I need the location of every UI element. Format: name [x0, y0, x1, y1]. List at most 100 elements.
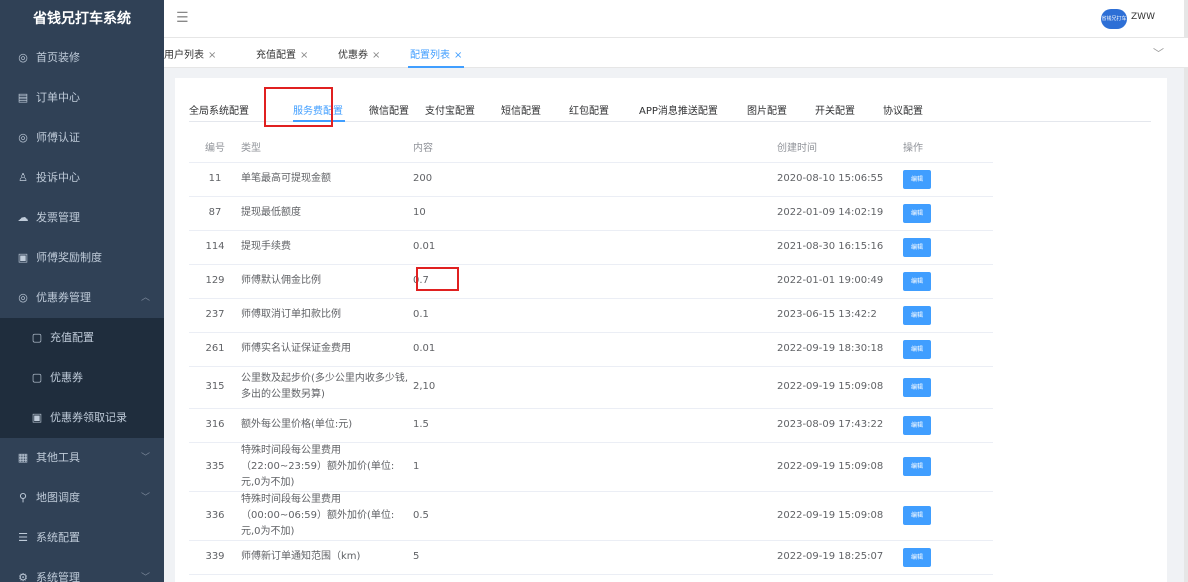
sidebar-item-invoices[interactable]: ☁ 发票管理 [0, 198, 164, 238]
card-icon: ▢ [31, 331, 43, 344]
cell-content: 1 [413, 442, 777, 492]
chevron-up-icon: ︿ [140, 293, 150, 303]
sidebar-item-system-config[interactable]: ☰ 系统配置 [0, 518, 164, 558]
sidebar-item-orders[interactable]: ▤ 订单中心 [0, 78, 164, 118]
sidebar-item-coupon-management[interactable]: ◎ 优惠券管理 ︿ [0, 278, 164, 318]
sidebar-item-coupons[interactable]: ▢ 优惠券 [0, 358, 164, 398]
sidebar: 省钱兄打车系统 ◎ 首页装修 ▤ 订单中心 ◎ 师傅认证 ♙ 投诉中心 ☁ 发票管理 ▣ 师… [0, 0, 164, 582]
cell-content: 0.5 [413, 491, 777, 541]
subtab-global[interactable]: 全局系统配置 [189, 102, 249, 117]
sidebar-item-label: 系统管理 [36, 571, 80, 582]
cell-id: 261 [189, 332, 241, 367]
close-icon[interactable]: × [208, 50, 216, 61]
sidebar-item-label: 师傅认证 [36, 131, 80, 144]
cell-action: 编辑 [903, 264, 993, 299]
sidebar-item-coupon-claims[interactable]: ▣ 优惠券领取记录 [0, 398, 164, 438]
edit-button[interactable]: 编辑 [903, 457, 931, 476]
active-tag-indicator [408, 66, 464, 68]
tag-user-list[interactable]: 用户列表 × [164, 46, 216, 61]
username[interactable]: ZWW [1131, 12, 1155, 22]
cell-type: 师傅默认佣金比例 [241, 264, 413, 299]
cell-type: 公里数及起步价(多少公里内收多少钱,多出的公里数另算) [241, 366, 413, 409]
cell-type: 师傅取消订单扣款比例 [241, 298, 413, 333]
cell-created: 2022-09-19 15:09:08 [777, 491, 903, 541]
table-row: 87 提现最低额度 10 2022-01-09 14:02:19 编辑 [189, 196, 993, 231]
edit-button[interactable]: 编辑 [903, 271, 931, 291]
edit-button[interactable]: 编辑 [903, 305, 931, 325]
cube-icon: ◎ [18, 131, 28, 144]
table-row: 336 特殊时间段每公里费用（00:00~06:59）额外加价(单位:元,0为不… [189, 491, 993, 541]
cell-created: 2022-09-19 15:09:08 [777, 366, 903, 409]
gear-icon: ⚙ [18, 571, 28, 582]
chevron-down-icon[interactable]: ﹀ [1153, 45, 1164, 61]
col-header-created: 创建时间 [777, 132, 903, 163]
edit-button[interactable]: 编辑 [903, 506, 931, 525]
coupon-submenu: ▢ 充值配置 ▢ 优惠券 ▣ 优惠券领取记录 [0, 318, 164, 438]
config-card: 全局系统配置 服务费配置 微信配置 支付宝配置 短信配置 红包配置 APP消息推… [175, 78, 1167, 582]
card-icon: ▣ [31, 411, 43, 424]
cell-action: 编辑 [903, 491, 993, 541]
tag-recharge-config[interactable]: 充值配置 × [256, 46, 308, 61]
edit-button[interactable]: 编辑 [903, 547, 931, 567]
sidebar-item-other-tools[interactable]: ▦ 其他工具 ﹀ [0, 438, 164, 478]
subtab-agreements[interactable]: 协议配置 [883, 102, 923, 117]
cell-content: 5 [413, 540, 777, 575]
close-icon[interactable]: × [372, 50, 380, 61]
col-header-action: 操作 [903, 132, 993, 163]
cell-action: 编辑 [903, 408, 993, 443]
sidebar-item-label: 订单中心 [36, 91, 80, 104]
sidebar-item-label: 优惠券管理 [36, 291, 91, 304]
sidebar-item-label: 优惠券 [50, 371, 83, 384]
subtab-switches[interactable]: 开关配置 [815, 102, 855, 117]
sidebar-item-driver-certification[interactable]: ◎ 师傅认证 [0, 118, 164, 158]
cell-id: 11 [189, 162, 241, 197]
table-row: 114 提现手续费 0.01 2021-08-30 16:15:16 编辑 [189, 230, 993, 265]
highlight-box-cell [416, 267, 459, 291]
cell-created: 2022-01-01 19:00:49 [777, 264, 903, 299]
hamburger-icon[interactable]: ☰ [176, 10, 189, 26]
cell-type: 特殊时间段每公里费用（00:00~06:59）额外加价(单位:元,0为不加) [241, 491, 413, 541]
tag-label: 充值配置 [256, 50, 296, 61]
edit-button[interactable]: 编辑 [903, 415, 931, 435]
sidebar-item-label: 首页装修 [36, 51, 80, 64]
cell-type: 师傅新订单通知范围（km) [241, 540, 413, 575]
col-header-id: 编号 [189, 132, 241, 163]
edit-button[interactable]: 编辑 [903, 203, 931, 223]
sidebar-item-home-decoration[interactable]: ◎ 首页装修 [0, 38, 164, 78]
close-icon[interactable]: × [300, 50, 308, 61]
page-scrollbar[interactable] [1184, 0, 1188, 582]
subtab-sms[interactable]: 短信配置 [501, 102, 541, 117]
tags-view: 用户列表 × 充值配置 × 优惠券 × 配置列表 × ﹀ [164, 38, 1188, 68]
config-subtabs: 全局系统配置 服务费配置 微信配置 支付宝配置 短信配置 红包配置 APP消息推… [189, 96, 1151, 122]
subtab-red-packet[interactable]: 红包配置 [569, 102, 609, 117]
edit-button[interactable]: 编辑 [903, 237, 931, 257]
sidebar-item-map-dispatch[interactable]: ⚲ 地图调度 ﹀ [0, 478, 164, 518]
sidebar-item-system-management[interactable]: ⚙ 系统管理 ﹀ [0, 558, 164, 582]
sidebar-item-label: 系统配置 [36, 531, 80, 544]
subtab-images[interactable]: 图片配置 [747, 102, 787, 117]
sidebar-item-recharge-config[interactable]: ▢ 充值配置 [0, 318, 164, 358]
cell-id: 129 [189, 264, 241, 299]
edit-button[interactable]: 编辑 [903, 169, 931, 189]
table-row: 11 单笔最高可提现金额 200 2020-08-10 15:06:55 编辑 [189, 162, 993, 197]
avatar[interactable]: 省钱兄打车 [1101, 9, 1127, 29]
cell-type: 提现手续费 [241, 230, 413, 265]
close-icon[interactable]: × [454, 50, 462, 61]
cell-content: 0.1 [413, 298, 777, 333]
tag-coupons[interactable]: 优惠券 × [338, 46, 380, 61]
edit-button[interactable]: 编辑 [903, 339, 931, 359]
cell-type: 单笔最高可提现金额 [241, 162, 413, 197]
edit-button[interactable]: 编辑 [903, 377, 931, 397]
cell-content: 200 [413, 162, 777, 197]
cell-action: 编辑 [903, 540, 993, 575]
sidebar-item-driver-rewards[interactable]: ▣ 师傅奖励制度 [0, 238, 164, 278]
cell-id: 336 [189, 491, 241, 541]
subtab-wechat[interactable]: 微信配置 [369, 102, 409, 117]
sidebar-item-label: 师傅奖励制度 [36, 251, 102, 264]
sidebar-item-complaints[interactable]: ♙ 投诉中心 [0, 158, 164, 198]
cell-content: 0.01 [413, 230, 777, 265]
card-icon: ▣ [17, 251, 29, 264]
subtab-alipay[interactable]: 支付宝配置 [425, 102, 475, 117]
tag-config-list[interactable]: 配置列表 × [410, 46, 462, 61]
subtab-app-push[interactable]: APP消息推送配置 [639, 102, 718, 117]
